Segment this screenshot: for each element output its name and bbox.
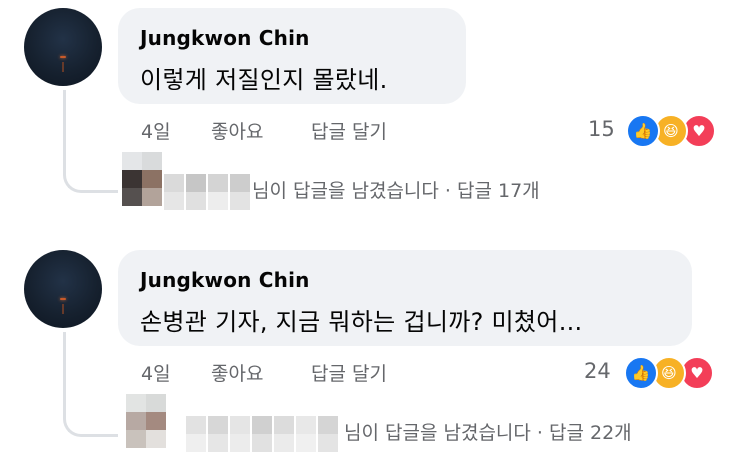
reply-summary[interactable]: 님이 답글을 남겼습니다 · 답글 22개 bbox=[344, 418, 632, 445]
comment-time[interactable]: 4일 bbox=[141, 117, 171, 144]
comment-text: 손병관 기자, 지금 뭐하는 겁니까? 미쳤어... bbox=[140, 308, 583, 336]
comment-bubble: Jungkwon Chin 손병관 기자, 지금 뭐하는 겁니까? 미쳤어... bbox=[118, 250, 692, 346]
comment-text: 이렇게 저질인지 몰랐네. bbox=[140, 66, 388, 94]
avatar[interactable] bbox=[24, 8, 102, 86]
thread-line bbox=[63, 90, 118, 193]
author-name[interactable]: Jungkwon Chin bbox=[140, 26, 310, 50]
blurred-username[interactable] bbox=[164, 174, 252, 210]
reply-summary[interactable]: 님이 답글을 남겼습니다 · 답글 17개 bbox=[252, 176, 540, 203]
reply-button[interactable]: 답글 달기 bbox=[311, 359, 387, 386]
reply-button[interactable]: 답글 달기 bbox=[311, 117, 387, 144]
comment-bubble: Jungkwon Chin 이렇게 저질인지 몰랐네. bbox=[118, 8, 466, 104]
reaction-count[interactable]: 15 bbox=[588, 117, 615, 141]
like-button[interactable]: 좋아요 bbox=[211, 359, 263, 386]
like-button[interactable]: 좋아요 bbox=[211, 117, 263, 144]
avatar[interactable] bbox=[24, 250, 102, 328]
reactions[interactable]: 👍 😆 ♥ bbox=[624, 356, 720, 390]
comment-time[interactable]: 4일 bbox=[141, 359, 171, 386]
comment: Jungkwon Chin 이렇게 저질인지 몰랐네. 4일 좋아요 답글 달기… bbox=[0, 0, 745, 232]
comment: Jungkwon Chin 손병관 기자, 지금 뭐하는 겁니까? 미쳤어...… bbox=[0, 242, 745, 474]
reactions[interactable]: 👍 😆 ♥ bbox=[626, 114, 722, 148]
author-name[interactable]: Jungkwon Chin bbox=[140, 268, 310, 292]
reaction-count[interactable]: 24 bbox=[584, 359, 611, 383]
avatar[interactable] bbox=[126, 394, 166, 448]
like-icon: 👍 bbox=[626, 114, 660, 148]
thread-line bbox=[63, 332, 118, 437]
avatar[interactable] bbox=[122, 152, 162, 206]
blurred-username[interactable] bbox=[186, 416, 340, 452]
like-icon: 👍 bbox=[624, 356, 658, 390]
